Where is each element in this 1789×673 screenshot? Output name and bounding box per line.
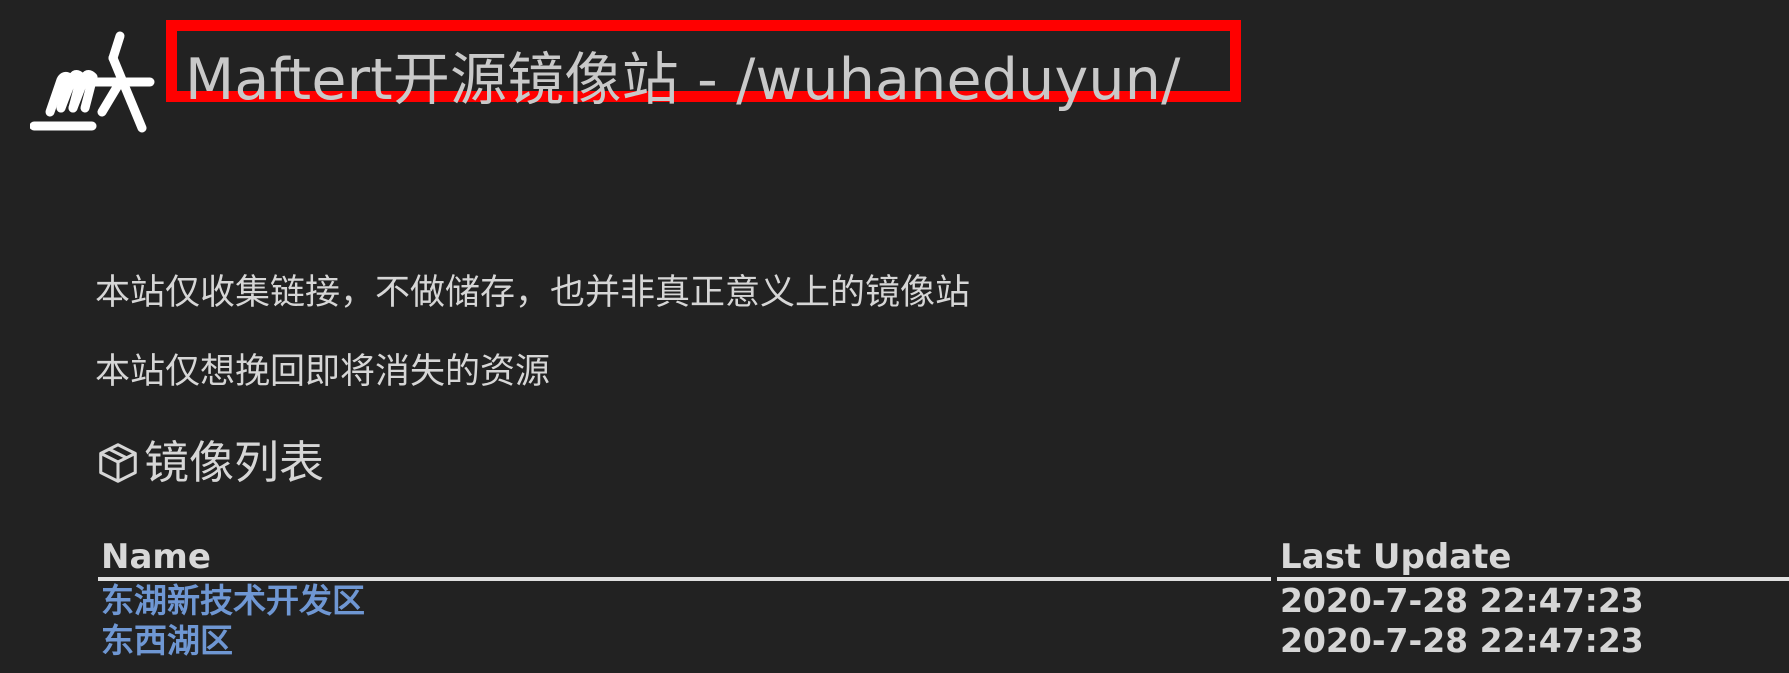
last-update-value: 2020-7-28 22:47:23: [1280, 621, 1644, 660]
column-header-last-update[interactable]: Last Update: [1277, 534, 1789, 581]
page-title: Maftert开源镜像站 - /wuhaneduyun/: [185, 47, 1181, 113]
cube-icon: [99, 443, 137, 483]
mirror-table: Name Last Update 东湖新技术开发区 2020-7-28 22:4…: [98, 534, 1789, 661]
mirror-link[interactable]: 东西湖区: [98, 621, 1277, 661]
section-title: 镜像列表: [144, 436, 325, 489]
mirror-link[interactable]: 东湖新技术开发区: [98, 581, 1277, 621]
section-heading: 镜像列表: [95, 436, 324, 490]
table-row: 东西湖区 2020-7-28 22:47:23: [98, 621, 1789, 661]
table-row: 东湖新技术开发区 2020-7-28 22:47:23: [98, 581, 1789, 621]
site-logo[interactable]: [30, 30, 155, 135]
last-update-value: 2020-7-28 22:47:23: [1280, 581, 1644, 620]
notice-text: 本站仅收集链接，不做储存，也并非真正意义上的镜像站: [95, 273, 971, 313]
table-header: Name Last Update: [98, 534, 1789, 581]
column-header-name[interactable]: Name: [98, 534, 1271, 581]
page: Maftert开源镜像站 - /wuhaneduyun/ 本站仅收集链接，不做储…: [0, 0, 1789, 673]
notice-text: 本站仅想挽回即将消失的资源: [95, 352, 551, 392]
